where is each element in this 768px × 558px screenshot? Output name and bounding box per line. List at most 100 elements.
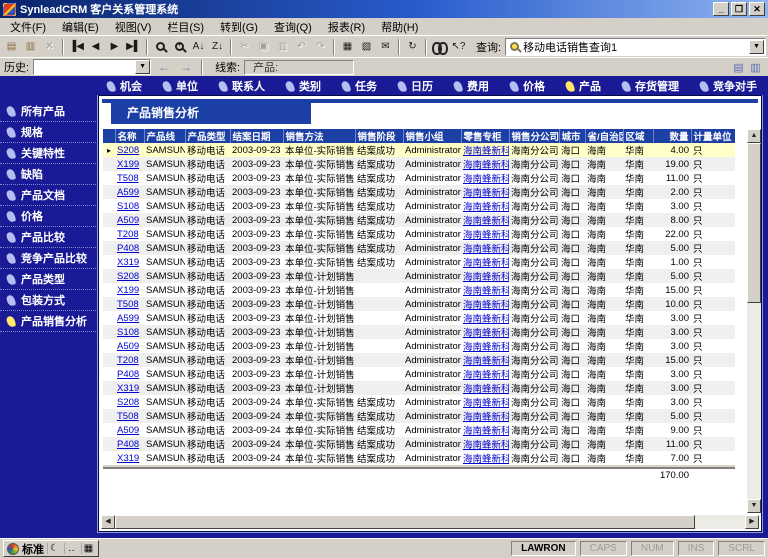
product-name-link[interactable]: A509 xyxy=(117,425,139,436)
new-record-button[interactable]: ▤ xyxy=(2,38,21,56)
retail-counter-link[interactable]: 海南蜂新科 xyxy=(463,384,509,395)
find-button[interactable] xyxy=(430,38,449,56)
sidebar-item-所有产品[interactable]: 所有产品 xyxy=(0,101,98,122)
retail-counter-link[interactable]: 海南蜂新科 xyxy=(463,272,509,283)
retail-counter-link[interactable]: 海南蜂新科 xyxy=(463,146,509,157)
table-row[interactable]: X319SAMSUNG移动电话2003-09-23本单位-计划销售Adminis… xyxy=(103,381,735,395)
row-selector[interactable] xyxy=(103,227,115,241)
product-name-link[interactable]: S208 xyxy=(117,397,139,408)
mail-button[interactable]: ✉ xyxy=(376,38,395,56)
column-header-省/自治区[interactable]: 省/自治区 xyxy=(585,129,623,143)
sort-descending-button[interactable]: Z↓ xyxy=(208,38,227,56)
menu-item[interactable]: 编辑(E) xyxy=(54,17,107,37)
row-selector[interactable] xyxy=(103,395,115,409)
menu-item[interactable]: 栏目(S) xyxy=(159,17,212,37)
clue-value-box[interactable]: 产品: xyxy=(244,60,354,75)
vertical-scroll-thumb[interactable] xyxy=(747,143,761,303)
sidebar-item-产品比较[interactable]: 产品比较 xyxy=(0,227,98,248)
tab-存货管理[interactable]: 存货管理 xyxy=(615,77,691,96)
table-row[interactable]: A509SAMSUNG移动电话2003-09-23本单位-实际销售结案成功Adm… xyxy=(103,213,735,227)
table-row[interactable]: S208SAMSUNG移动电话2003-09-24本单位-实际销售结案成功Adm… xyxy=(103,395,735,409)
sidebar-item-产品类型[interactable]: 产品类型 xyxy=(0,269,98,290)
product-name-link[interactable]: T508 xyxy=(117,173,139,184)
report-view-icon[interactable]: ▤ xyxy=(730,59,747,75)
table-row[interactable]: X319SAMSUNG移动电话2003-09-23本单位-实际销售结案成功Adm… xyxy=(103,255,735,269)
table-row[interactable]: A599SAMSUNG移动电话2003-09-23本单位-计划销售Adminis… xyxy=(103,311,735,325)
horizontal-scroll-track[interactable] xyxy=(115,515,745,529)
vertical-scrollbar[interactable]: ▲ ▼ xyxy=(747,129,761,513)
next-record-button[interactable]: ▶ xyxy=(105,38,124,56)
column-header-数量[interactable]: 数量 xyxy=(653,129,691,143)
retail-counter-link[interactable]: 海南蜂新科 xyxy=(463,286,509,297)
retail-counter-link[interactable]: 海南蜂新科 xyxy=(463,342,509,353)
column-header-产品线[interactable]: 产品线 xyxy=(144,129,185,143)
last-record-button[interactable]: ▶▌ xyxy=(124,38,143,56)
column-header-结案日期[interactable]: 结案日期 xyxy=(230,129,283,143)
tab-类别[interactable]: 类别 xyxy=(279,77,333,96)
row-selector[interactable] xyxy=(103,171,115,185)
sidebar-item-规格[interactable]: 规格 xyxy=(0,122,98,143)
product-name-link[interactable]: X319 xyxy=(117,383,139,394)
retail-counter-link[interactable]: 海南蜂新科 xyxy=(463,398,509,409)
query-combobox[interactable]: 移动电话销售查询1 ▼ xyxy=(505,38,766,56)
row-selector[interactable] xyxy=(103,451,115,467)
edit-record-button[interactable]: ▥ xyxy=(21,38,40,56)
table-row[interactable]: S108SAMSUNG移动电话2003-09-23本单位-实际销售结案成功Adm… xyxy=(103,199,735,213)
row-selector[interactable] xyxy=(103,353,115,367)
row-selector[interactable] xyxy=(103,423,115,437)
menu-item[interactable]: 文件(F) xyxy=(2,17,54,37)
product-name-link[interactable]: P408 xyxy=(117,439,139,450)
product-name-link[interactable]: T508 xyxy=(117,299,139,310)
scroll-left-button[interactable]: ◀ xyxy=(101,515,115,529)
table-row[interactable]: ▸S208SAMSUNG移动电话2003-09-23本单位-实际销售结案成功Ad… xyxy=(103,143,735,157)
row-selector[interactable] xyxy=(103,269,115,283)
sidebar-item-竞争产品比较[interactable]: 竞争产品比较 xyxy=(0,248,98,269)
table-row[interactable]: T508SAMSUNG移动电话2003-09-23本单位-实际销售结案成功Adm… xyxy=(103,171,735,185)
row-selector[interactable] xyxy=(103,409,115,423)
column-header-销售分公司[interactable]: 销售分公司 xyxy=(509,129,559,143)
table-row[interactable]: A509SAMSUNG移动电话2003-09-23本单位-计划销售Adminis… xyxy=(103,339,735,353)
product-name-link[interactable]: A599 xyxy=(117,187,139,198)
tab-费用[interactable]: 费用 xyxy=(447,77,501,96)
product-name-link[interactable]: T208 xyxy=(117,355,139,366)
table-row[interactable]: P408SAMSUNG移动电话2003-09-24本单位-实际销售结案成功Adm… xyxy=(103,437,735,451)
retail-counter-link[interactable]: 海南蜂新科 xyxy=(463,440,509,451)
retail-counter-link[interactable]: 海南蜂新科 xyxy=(463,314,509,325)
sidebar-item-产品销售分析[interactable]: 产品销售分析 xyxy=(0,311,98,332)
ime-mode-label[interactable]: 标准 xyxy=(22,541,44,557)
query-dropdown-button[interactable]: ▼ xyxy=(749,40,764,54)
tab-单位[interactable]: 单位 xyxy=(156,77,210,96)
tab-竞争对手[interactable]: 竞争对手 xyxy=(693,77,768,96)
column-header-城市[interactable]: 城市 xyxy=(559,129,585,143)
product-name-link[interactable]: S208 xyxy=(117,145,139,156)
prev-record-button[interactable]: ◀ xyxy=(86,38,105,56)
retail-counter-link[interactable]: 海南蜂新科 xyxy=(463,370,509,381)
retail-counter-link[interactable]: 海南蜂新科 xyxy=(463,328,509,339)
row-selector[interactable] xyxy=(103,213,115,227)
ime-fullhalf-icon[interactable]: ☾ xyxy=(47,543,61,554)
retail-counter-link[interactable]: 海南蜂新科 xyxy=(463,174,509,185)
product-name-link[interactable]: A599 xyxy=(117,313,139,324)
column-header-产品类型[interactable]: 产品类型 xyxy=(185,129,230,143)
scroll-up-button[interactable]: ▲ xyxy=(747,129,761,143)
row-selector[interactable] xyxy=(103,185,115,199)
vertical-scroll-track[interactable] xyxy=(747,143,761,499)
table-row[interactable]: X199SAMSUNG移动电话2003-09-23本单位-计划销售Adminis… xyxy=(103,283,735,297)
product-name-link[interactable]: T508 xyxy=(117,411,139,422)
menu-item[interactable]: 帮助(H) xyxy=(373,17,426,37)
product-name-link[interactable]: X319 xyxy=(117,257,139,268)
refresh-button[interactable]: ↻ xyxy=(403,38,422,56)
retail-counter-link[interactable]: 海南蜂新科 xyxy=(463,300,509,311)
product-name-link[interactable]: S108 xyxy=(117,327,139,338)
table-row[interactable]: X319SAMSUNG移动电话2003-09-24本单位-实际销售结案成功Adm… xyxy=(103,451,735,467)
row-selector[interactable] xyxy=(103,199,115,213)
export-button[interactable]: ▧ xyxy=(357,38,376,56)
table-row[interactable]: S208SAMSUNG移动电话2003-09-23本单位-计划销售Adminis… xyxy=(103,269,735,283)
ime-softkeyboard-icon[interactable]: ▦ xyxy=(81,543,95,554)
column-header-名称[interactable]: 名称 xyxy=(115,129,144,143)
tab-机会[interactable]: 机会 xyxy=(100,77,154,96)
sidebar-item-关键特性[interactable]: 关键特性 xyxy=(0,143,98,164)
table-row[interactable]: S108SAMSUNG移动电话2003-09-23本单位-计划销售Adminis… xyxy=(103,325,735,339)
product-name-link[interactable]: P408 xyxy=(117,243,139,254)
row-selector[interactable] xyxy=(103,437,115,451)
